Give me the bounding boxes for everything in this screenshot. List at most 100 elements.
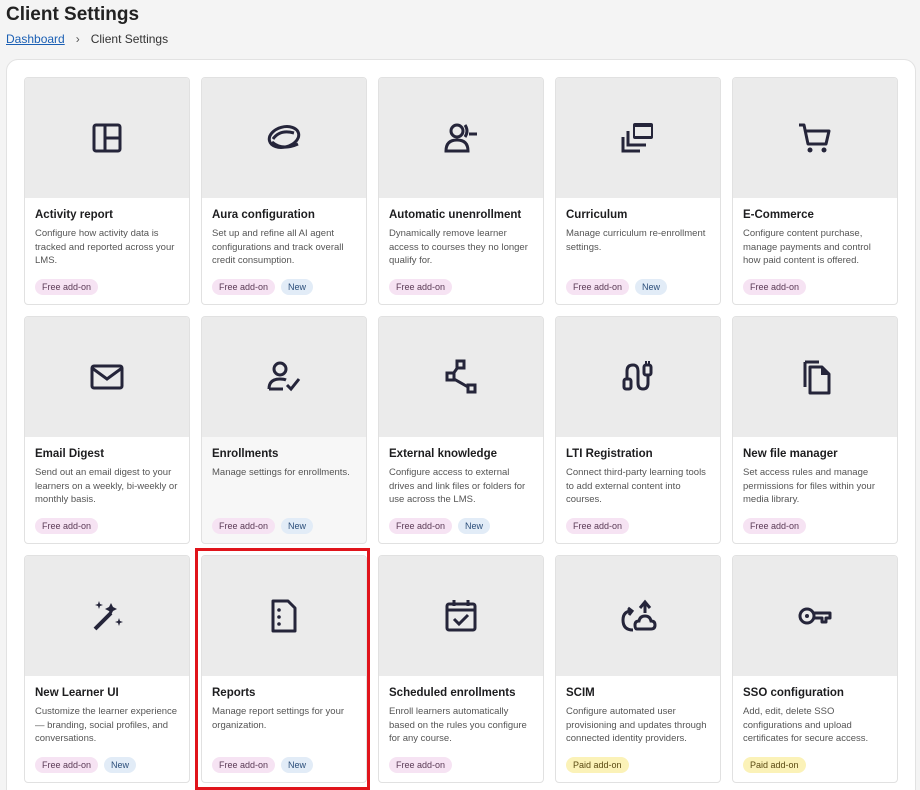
new-badge: New bbox=[281, 518, 314, 534]
card-body: Activity report Configure how activity da… bbox=[25, 198, 189, 304]
card-thumbnail bbox=[379, 78, 543, 198]
new-badge: New bbox=[635, 279, 668, 295]
card-scheduled-enrollments[interactable]: Scheduled enrollments Enroll learners aut… bbox=[378, 555, 544, 783]
card-email-digest[interactable]: Email Digest Send out an email digest to … bbox=[24, 316, 190, 544]
card-description: Set up and refine all AI agent configura… bbox=[212, 228, 344, 266]
card-automatic-unenrollment[interactable]: Automatic unenrollment Dynamically remove… bbox=[378, 77, 544, 305]
card-body: E-Commerce Configure content purchase, ma… bbox=[733, 198, 897, 304]
calendar-check-icon bbox=[445, 600, 477, 632]
free-badge: Free add-on bbox=[389, 279, 453, 295]
card-description: Set access rules and manage permissions … bbox=[743, 467, 875, 505]
new-badge: New bbox=[281, 279, 314, 295]
card-thumbnail bbox=[202, 78, 366, 198]
paid-badge: Paid add-on bbox=[743, 757, 806, 773]
card-aura-configuration[interactable]: Aura configuration Set up and refine all … bbox=[201, 77, 367, 305]
breadcrumb-separator: › bbox=[75, 32, 80, 46]
files-icon bbox=[803, 360, 831, 395]
free-badge: Free add-on bbox=[35, 279, 99, 295]
card-badges: Free add-on bbox=[566, 518, 630, 534]
card-badges: Free add-on bbox=[35, 279, 99, 295]
card-thumbnail bbox=[25, 556, 189, 676]
card-body: Enrollments Manage settings for enrollmen… bbox=[202, 437, 366, 543]
breadcrumb-dashboard-link[interactable]: Dashboard bbox=[6, 32, 65, 46]
card-reports[interactable]: Reports Manage report settings for your o… bbox=[201, 555, 367, 783]
card-thumbnail bbox=[733, 78, 897, 198]
card-description: Customize the learner experience — brand… bbox=[35, 706, 178, 744]
card-thumbnail bbox=[733, 556, 897, 676]
card-sso-configuration[interactable]: SSO configuration Add, edit, delete SSO c… bbox=[732, 555, 898, 783]
card-body: Scheduled enrollments Enroll learners aut… bbox=[379, 676, 543, 782]
card-badges: Free add-on New bbox=[212, 757, 314, 773]
card-new-learner-ui[interactable]: New Learner UI Customize the learner expe… bbox=[24, 555, 190, 783]
free-badge: Free add-on bbox=[35, 518, 99, 534]
card-title: Email Digest bbox=[35, 448, 105, 460]
card-badges: Paid add-on bbox=[743, 757, 806, 773]
card-description: Enroll learners automatically based on t… bbox=[389, 706, 527, 744]
card-description: Dynamically remove learner access to cou… bbox=[389, 228, 528, 266]
card-scim[interactable]: SCIM Configure automated user provisionin… bbox=[555, 555, 721, 783]
new-badge: New bbox=[281, 757, 314, 773]
card-title: New Learner UI bbox=[35, 687, 119, 699]
report-icon bbox=[271, 599, 297, 633]
card-body: External knowledge Configure access to ex… bbox=[379, 437, 543, 543]
card-activity-report[interactable]: Activity report Configure how activity da… bbox=[24, 77, 190, 305]
card-title: New file manager bbox=[743, 448, 838, 460]
card-thumbnail bbox=[379, 317, 543, 437]
card-badges: Free add-on bbox=[743, 279, 807, 295]
cloud-sync-icon bbox=[621, 599, 657, 632]
free-badge: Free add-on bbox=[566, 518, 630, 534]
card-body: Curriculum Manage curriculum re-enrollmen… bbox=[556, 198, 720, 304]
breadcrumb-current: Client Settings bbox=[90, 32, 169, 46]
card-badges: Paid add-on bbox=[566, 757, 629, 773]
card-body: Email Digest Send out an email digest to … bbox=[25, 437, 189, 543]
card-description: Manage report settings for your organiza… bbox=[212, 706, 345, 731]
card-badges: Free add-on New bbox=[212, 518, 314, 534]
card-title: Activity report bbox=[35, 209, 113, 221]
card-description: Configure access to external drives and … bbox=[389, 467, 526, 505]
card-thumbnail bbox=[202, 556, 366, 676]
settings-grid: Activity report Configure how activity da… bbox=[24, 77, 898, 783]
card-badges: Free add-on bbox=[743, 518, 807, 534]
card-enrollments[interactable]: Enrollments Manage settings for enrollmen… bbox=[201, 316, 367, 544]
card-description: Send out an email digest to your learner… bbox=[35, 467, 178, 505]
card-title: LTI Registration bbox=[566, 448, 653, 460]
card-title: SCIM bbox=[566, 687, 595, 699]
card-title: E-Commerce bbox=[743, 209, 814, 221]
magic-wand-icon bbox=[93, 601, 123, 631]
card-thumbnail bbox=[556, 78, 720, 198]
card-thumbnail bbox=[556, 556, 720, 676]
card-description: Manage settings for enrollments. bbox=[212, 467, 350, 478]
library-icon bbox=[621, 123, 653, 153]
card-body: Automatic unenrollment Dynamically remove… bbox=[379, 198, 543, 304]
card-title: Reports bbox=[212, 687, 256, 699]
free-badge: Free add-on bbox=[566, 279, 630, 295]
card-thumbnail bbox=[556, 317, 720, 437]
card-e-commerce[interactable]: E-Commerce Configure content purchase, ma… bbox=[732, 77, 898, 305]
free-badge: Free add-on bbox=[743, 518, 807, 534]
card-curriculum[interactable]: Curriculum Manage curriculum re-enrollmen… bbox=[555, 77, 721, 305]
key-icon bbox=[798, 607, 832, 625]
free-badge: Free add-on bbox=[35, 757, 99, 773]
card-thumbnail bbox=[379, 556, 543, 676]
card-external-knowledge[interactable]: External knowledge Configure access to ex… bbox=[378, 316, 544, 544]
card-new-file-manager[interactable]: New file manager Set access rules and man… bbox=[732, 316, 898, 544]
new-badge: New bbox=[458, 518, 491, 534]
card-description: Connect third-party learning tools to ad… bbox=[566, 467, 706, 505]
card-badges: Free add-on New bbox=[566, 279, 668, 295]
card-thumbnail bbox=[25, 317, 189, 437]
card-badges: Free add-on bbox=[35, 518, 99, 534]
free-badge: Free add-on bbox=[389, 518, 453, 534]
card-title: Automatic unenrollment bbox=[389, 209, 522, 221]
card-description: Add, edit, delete SSO configurations and… bbox=[743, 706, 869, 744]
card-description: Configure how activity data is tracked a… bbox=[35, 228, 175, 266]
card-badges: Free add-on New bbox=[389, 518, 491, 534]
card-lti-registration[interactable]: LTI Registration Connect third-party lear… bbox=[555, 316, 721, 544]
card-body: SCIM Configure automated user provisionin… bbox=[556, 676, 720, 782]
card-thumbnail bbox=[202, 317, 366, 437]
free-badge: Free add-on bbox=[389, 757, 453, 773]
card-title: Aura configuration bbox=[212, 209, 315, 221]
card-body: SSO configuration Add, edit, delete SSO c… bbox=[733, 676, 897, 782]
card-body: LTI Registration Connect third-party lear… bbox=[556, 437, 720, 543]
card-title: SSO configuration bbox=[743, 687, 844, 699]
page-title: Client Settings bbox=[6, 4, 140, 25]
